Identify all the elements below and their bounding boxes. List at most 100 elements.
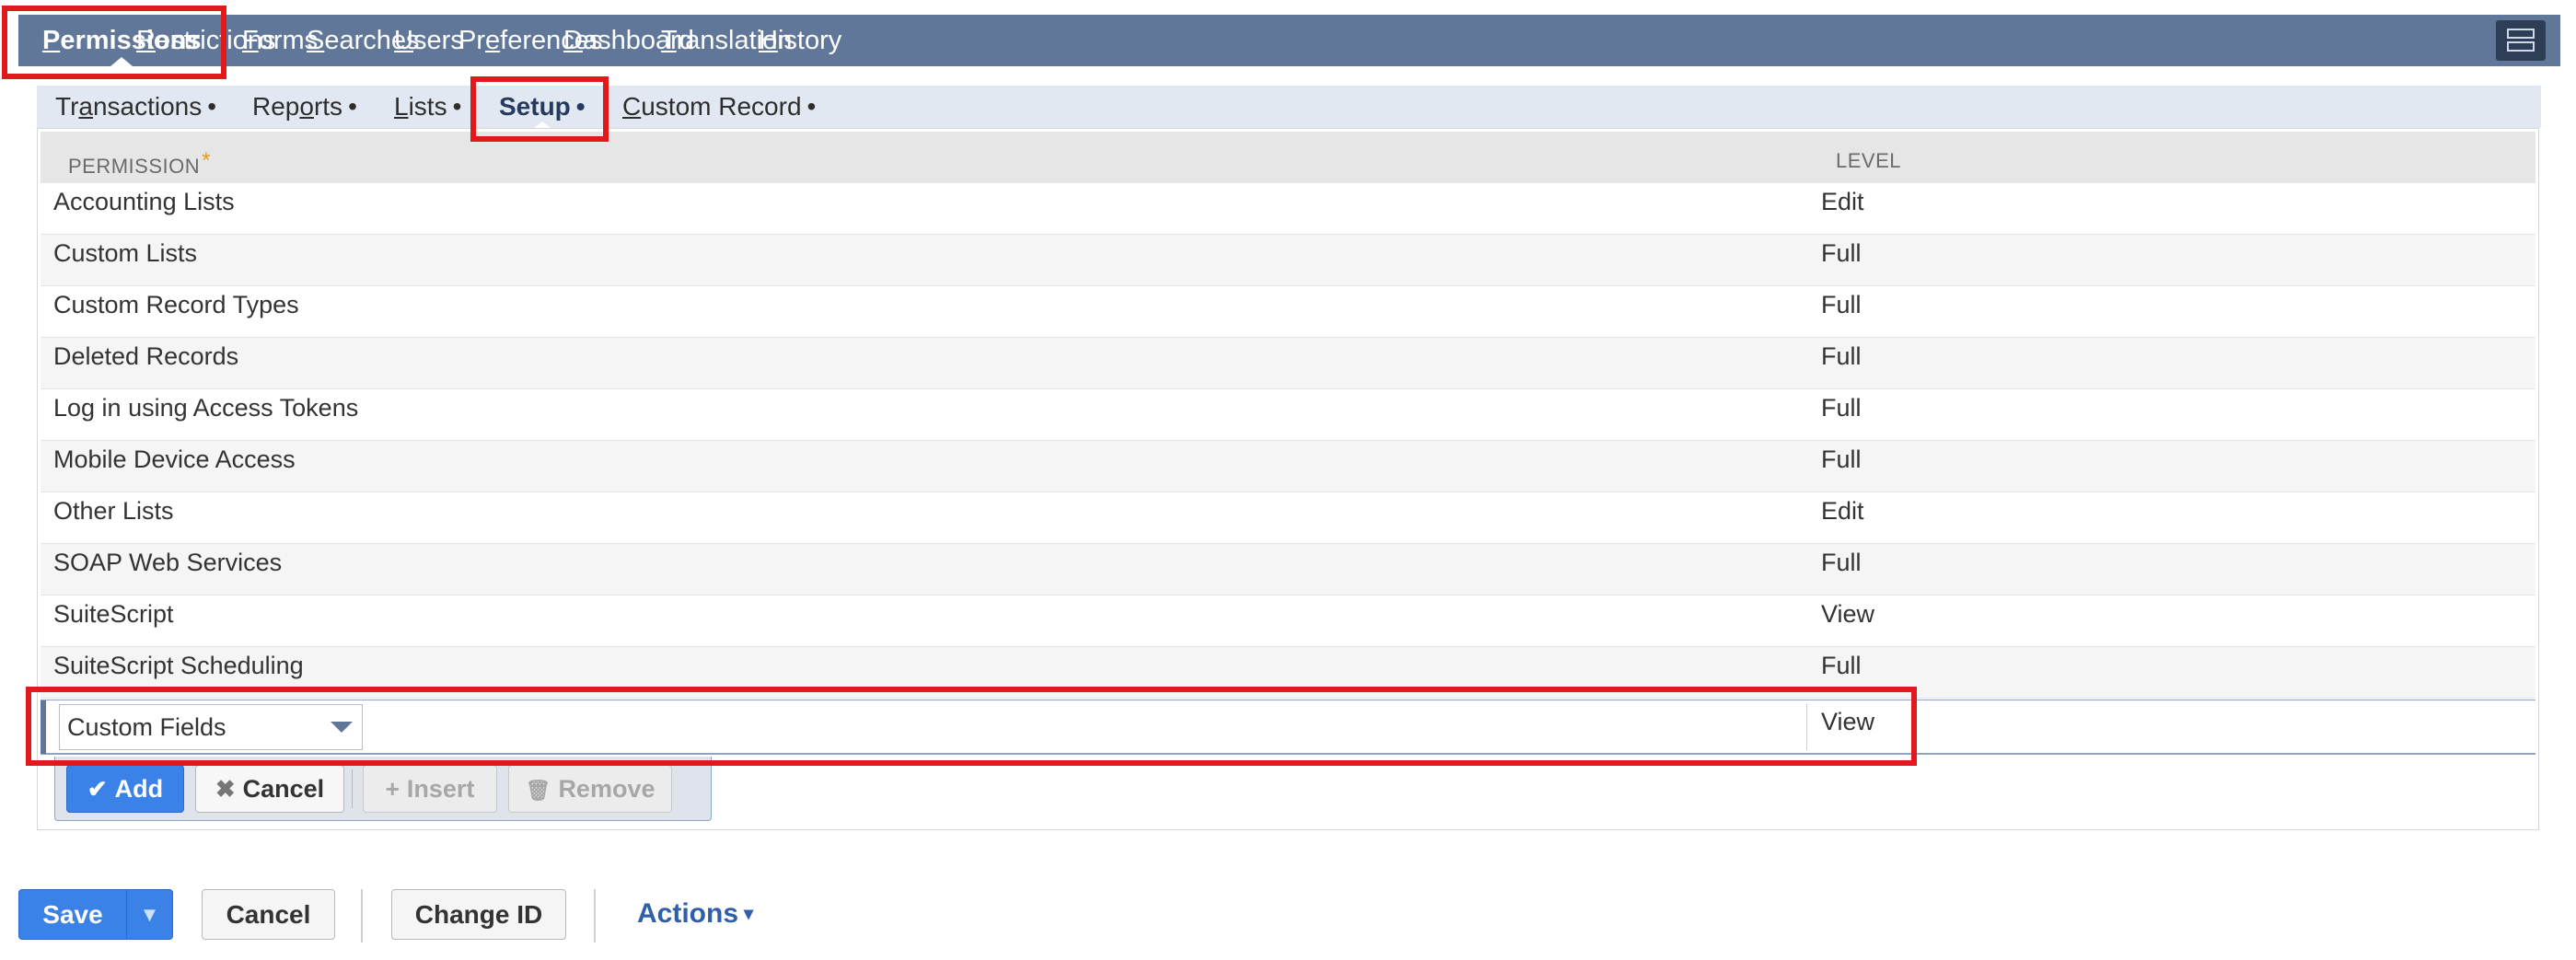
table-row[interactable]: SuiteScript View	[41, 596, 2535, 647]
button-separator	[352, 769, 353, 808]
save-button-label[interactable]: Save	[19, 890, 126, 939]
tab-label-mnemonic: R	[136, 26, 156, 55]
permission-cell: SuiteScript	[53, 600, 174, 628]
remove-button[interactable]: 🗑 Remove	[508, 765, 672, 813]
permission-select[interactable]: Custom Fields	[59, 704, 363, 750]
edit-row: Custom Fields View	[41, 700, 2535, 755]
tab-label-mnemonic: D	[563, 26, 583, 55]
tab-label: sers	[412, 26, 464, 55]
table-row[interactable]: Mobile Device Access Full	[41, 441, 2535, 492]
subtab-custom-record[interactable]: Custom Record •	[622, 86, 816, 128]
subtab-dot: •	[348, 92, 357, 121]
row-action-bar: ✔ Add ✖ Cancel + Insert 🗑 Remove	[54, 757, 712, 821]
level-column-header[interactable]: LEVEL	[1836, 132, 1901, 183]
permission-cell: Custom Record Types	[53, 291, 299, 318]
required-marker: *	[202, 148, 211, 173]
tab-label-mnemonic: T	[661, 26, 677, 55]
level-cell: Full	[1821, 549, 1862, 576]
table-row[interactable]: SuiteScript Scheduling Full	[41, 647, 2535, 699]
cancel-button[interactable]: Cancel	[202, 889, 335, 940]
level-cell: View	[1821, 600, 1875, 628]
level-cell: Full	[1821, 239, 1862, 267]
caret-down-icon: ▾	[744, 904, 754, 924]
trash-icon: 🗑	[525, 779, 551, 802]
subtab-label: ustom Record	[641, 92, 802, 121]
button-label: Add	[114, 775, 164, 803]
close-icon: ✖	[215, 775, 236, 803]
level-cell: Full	[1821, 394, 1862, 422]
footer-separator	[594, 889, 596, 943]
table-header: PERMISSION* LEVEL	[41, 132, 2535, 183]
subtab-setup[interactable]: Setup •	[499, 86, 586, 129]
subtab-label: nsactions	[92, 92, 203, 121]
subtab-lists[interactable]: Lists •	[394, 86, 461, 128]
tab-label-mnemonic: S	[307, 26, 325, 55]
tab-label-mnemonic: U	[394, 26, 413, 55]
subtab-label-mnemonic: a	[78, 92, 93, 121]
cancel-row-button[interactable]: ✖ Cancel	[195, 765, 344, 813]
subtab-reports[interactable]: Reports •	[252, 86, 357, 128]
chevron-down-icon[interactable]: ▼	[127, 890, 172, 939]
level-cell: Full	[1821, 445, 1862, 473]
layout-toggle-icon	[2507, 41, 2535, 52]
tab-label-mnemonic: F	[242, 26, 259, 55]
save-button[interactable]: Save ▼	[18, 889, 173, 940]
footer-separator	[361, 889, 363, 943]
table-row[interactable]: Log in using Access Tokens Full	[41, 389, 2535, 441]
tab-label-mnemonic: H	[759, 26, 778, 55]
subtab-label-mnemonic: o	[299, 92, 314, 121]
subtab-label: Setup	[499, 92, 571, 121]
permission-cell: SOAP Web Services	[53, 549, 283, 576]
tab-label: istory	[777, 26, 842, 55]
permission-cell: Deleted Records	[53, 342, 239, 370]
tab-label-mnemonic: P	[42, 26, 61, 55]
table-row[interactable]: SOAP Web Services Full	[41, 544, 2535, 596]
permission-cell: SuiteScript Scheduling	[53, 652, 304, 679]
permission-select-value: Custom Fields	[67, 713, 226, 741]
change-id-button[interactable]: Change ID	[391, 889, 566, 940]
permission-column-header[interactable]: PERMISSION*	[68, 132, 211, 183]
tab-label: Pr	[458, 26, 485, 55]
level-cell: Full	[1821, 652, 1862, 679]
permission-cell: Log in using Access Tokens	[53, 394, 359, 422]
subtab-dot: •	[806, 92, 817, 121]
tab-users[interactable]: Users	[394, 15, 464, 66]
table-row[interactable]: Custom Lists Full	[41, 235, 2535, 286]
checkmark-icon: ✔	[87, 775, 108, 803]
subtab-dot: •	[452, 92, 462, 121]
tab-history[interactable]: History	[759, 15, 841, 66]
table-row[interactable]: Other Lists Edit	[41, 492, 2535, 544]
level-cell: Full	[1821, 342, 1862, 370]
primary-tab-bar: Permissions Restrictions Forms Searches …	[18, 15, 2560, 66]
permission-cell: Custom Lists	[53, 239, 198, 267]
button-label: Insert	[406, 775, 475, 803]
subtab-label: ists	[408, 92, 447, 121]
subtab-transactions[interactable]: Transactions •	[55, 86, 216, 128]
subtab-label-mnemonic: L	[394, 92, 409, 121]
button-label: Cancel	[242, 775, 325, 803]
permission-cell: Accounting Lists	[53, 188, 235, 215]
table-row[interactable]: Accounting Lists Edit	[41, 183, 2535, 235]
subtab-dot: •	[575, 92, 586, 121]
level-field[interactable]: View	[1821, 700, 1874, 743]
header-label: PERMISSION	[68, 155, 201, 178]
button-label: Remove	[558, 775, 656, 803]
layout-toggle-icon	[2507, 29, 2535, 39]
permission-cell: Other Lists	[53, 497, 174, 525]
chevron-down-icon[interactable]	[331, 722, 353, 733]
permission-cell: Mobile Device Access	[53, 445, 296, 473]
table-row[interactable]: Deleted Records Full	[41, 338, 2535, 389]
plus-icon: +	[385, 775, 400, 803]
cell-divider	[1806, 704, 1807, 750]
subtab-dot: •	[207, 92, 217, 121]
table-row[interactable]: Custom Record Types Full	[41, 286, 2535, 338]
edit-row-indicator	[41, 700, 46, 754]
insert-button[interactable]: + Insert	[363, 765, 497, 813]
subtab-label: rts	[313, 92, 343, 121]
tab-label-mnemonic: e	[485, 26, 501, 55]
actions-menu[interactable]: Actions ▾	[637, 889, 753, 940]
subtab-label: Tr	[55, 92, 79, 121]
level-cell: Full	[1821, 291, 1862, 318]
add-button[interactable]: ✔ Add	[66, 765, 184, 813]
layout-toggle-button[interactable]	[2496, 20, 2546, 61]
